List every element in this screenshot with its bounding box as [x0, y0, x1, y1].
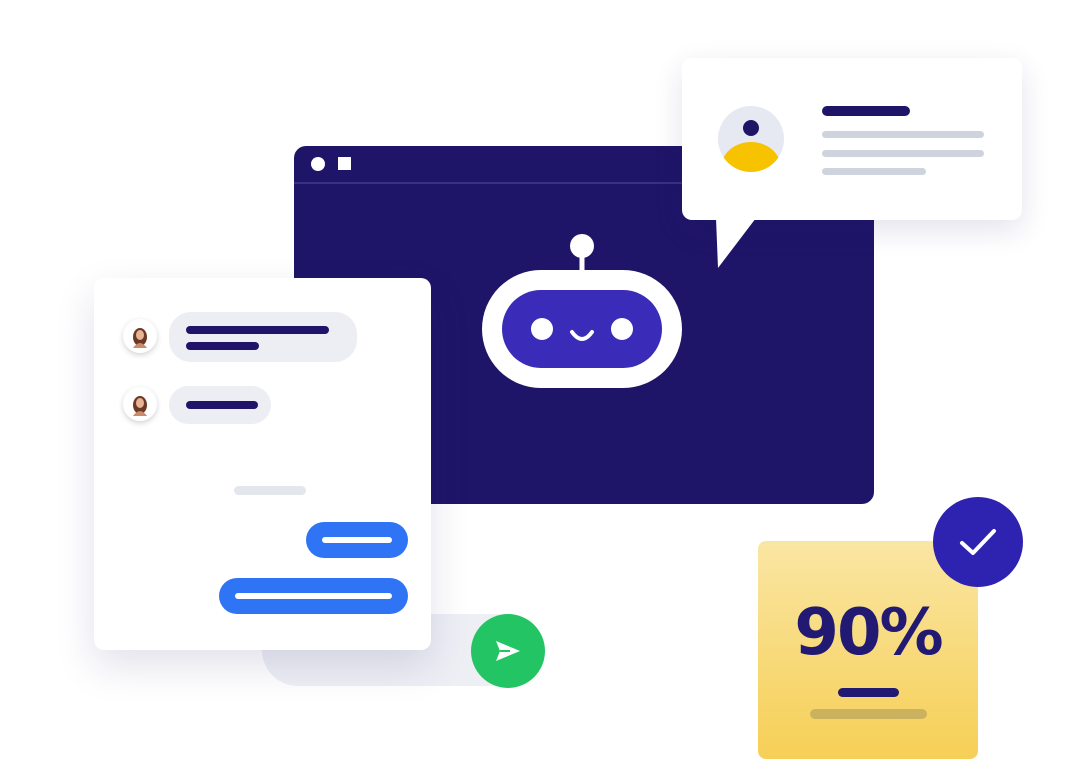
window-control-circle[interactable]: [311, 157, 325, 171]
incoming-message: [169, 386, 271, 424]
woman-avatar-icon: [133, 396, 147, 416]
send-button[interactable]: [471, 614, 545, 688]
contact-avatar: [123, 387, 157, 421]
robot-face-icon: [482, 234, 682, 388]
score-subcaption-line: [810, 709, 927, 719]
checkmark-icon: [960, 529, 996, 555]
score-caption-line: [838, 688, 899, 697]
profile-text-line: [822, 131, 984, 138]
bubble-tail: [716, 218, 756, 268]
timestamp-placeholder: [234, 486, 306, 495]
contact-avatar: [123, 319, 157, 353]
user-avatar-icon: [718, 106, 784, 172]
outgoing-message: [306, 522, 408, 558]
profile-name-line: [822, 106, 910, 116]
score-value: 90%: [794, 596, 943, 670]
profile-text-line: [822, 150, 984, 157]
verified-badge: [933, 497, 1023, 587]
outgoing-message: [219, 578, 408, 614]
profile-text-line: [822, 168, 926, 175]
paper-plane-icon: [496, 641, 520, 661]
incoming-message: [169, 312, 357, 362]
woman-avatar-icon: [133, 328, 147, 348]
window-control-square[interactable]: [338, 157, 351, 170]
